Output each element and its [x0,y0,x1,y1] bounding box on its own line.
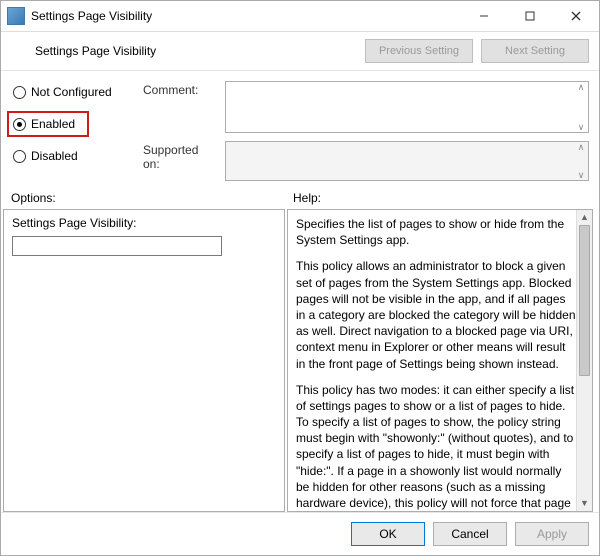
next-setting-button[interactable]: Next Setting [481,39,589,63]
minimize-button[interactable] [461,1,507,31]
window-title: Settings Page Visibility [31,9,152,23]
radio-label: Disabled [31,149,78,163]
previous-setting-button[interactable]: Previous Setting [365,39,473,63]
comment-input[interactable]: ∧∨ [225,81,589,133]
scroll-thumb[interactable] [579,225,590,376]
policy-name: Settings Page Visibility [35,44,156,58]
dialog-footer: OK Cancel Apply [1,512,599,555]
title-bar: Settings Page Visibility [1,1,599,32]
scrollbar[interactable]: ∧∨ [574,142,588,180]
apply-button[interactable]: Apply [515,522,589,546]
radio-enabled[interactable]: Enabled [7,111,89,137]
help-scrollbar[interactable]: ▲ ▼ [576,210,592,511]
scroll-down-icon[interactable]: ▼ [577,496,592,511]
radio-disabled[interactable]: Disabled [11,147,133,165]
options-section-label: Options: [11,191,293,205]
policy-icon [11,43,27,59]
help-section-label: Help: [293,191,589,205]
maximize-button[interactable] [507,1,553,31]
radio-icon [13,150,26,163]
scrollbar[interactable]: ∧∨ [574,82,588,132]
radio-not-configured[interactable]: Not Configured [11,83,133,101]
comment-label: Comment: [143,81,217,97]
supported-on-label: Supported on: [143,141,217,171]
app-icon [7,7,25,25]
supported-on-box: ∧∨ [225,141,589,181]
policy-header: Settings Page Visibility Previous Settin… [1,32,599,71]
help-panel: Specifies the list of pages to show or h… [287,209,593,512]
cancel-button[interactable]: Cancel [433,522,507,546]
radio-icon [13,86,26,99]
options-panel: Settings Page Visibility: [3,209,285,512]
help-text: Specifies the list of pages to show or h… [296,216,576,248]
close-button[interactable] [553,1,599,31]
scroll-up-icon[interactable]: ▲ [577,210,592,225]
help-text: This policy allows an administrator to b… [296,258,576,371]
help-text: This policy has two modes: it can either… [296,382,576,512]
options-field-label: Settings Page Visibility: [12,216,276,230]
state-radio-group: Not Configured Enabled Disabled [11,81,133,181]
radio-icon [13,118,26,131]
radio-label: Not Configured [31,85,112,99]
ok-button[interactable]: OK [351,522,425,546]
settings-page-visibility-input[interactable] [12,236,222,256]
radio-label: Enabled [31,117,75,131]
